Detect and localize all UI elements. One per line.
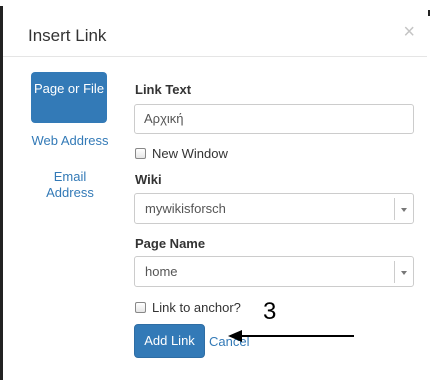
- chevron-down-icon[interactable]: [394, 261, 413, 283]
- new-window-checkbox[interactable]: [135, 148, 146, 159]
- nav-item-web-address[interactable]: Web Address: [31, 133, 109, 149]
- add-link-button[interactable]: Add Link: [134, 324, 205, 358]
- dialog-header: Insert Link ×: [3, 6, 427, 57]
- page-name-label: Page Name: [135, 236, 206, 251]
- link-to-anchor-option[interactable]: Link to anchor?: [135, 300, 255, 316]
- annotation-arrow-icon: [228, 330, 354, 342]
- nav-item-email-address[interactable]: Email Address: [31, 169, 109, 201]
- chevron-down-icon[interactable]: [394, 198, 413, 220]
- nav-item-label: Email Address: [46, 169, 94, 200]
- link-to-anchor-label: Link to anchor?: [152, 300, 241, 315]
- link-text-label: Link Text: [135, 82, 192, 97]
- nav-item-label: Page or File: [33, 81, 105, 96]
- dialog-title: Insert Link: [28, 26, 107, 45]
- new-window-label: New Window: [152, 146, 228, 161]
- link-to-anchor-checkbox[interactable]: [135, 302, 146, 313]
- nav-item-page-or-file[interactable]: Page or File: [31, 72, 107, 123]
- link-type-nav: Page or File Web Address Email Address: [31, 72, 109, 201]
- page-name-select[interactable]: home: [134, 256, 414, 287]
- page-name-select-value: home: [145, 264, 178, 279]
- link-text-input[interactable]: Αρχική: [134, 104, 414, 134]
- new-window-option[interactable]: New Window: [135, 146, 245, 162]
- close-icon[interactable]: ×: [403, 20, 415, 44]
- nav-item-label: Web Address: [31, 133, 109, 148]
- wiki-label: Wiki: [135, 172, 162, 187]
- step-annotation-number: 3: [263, 298, 277, 325]
- wiki-select-value: mywikisforsch: [145, 201, 226, 216]
- wiki-select[interactable]: mywikisforsch: [134, 193, 414, 224]
